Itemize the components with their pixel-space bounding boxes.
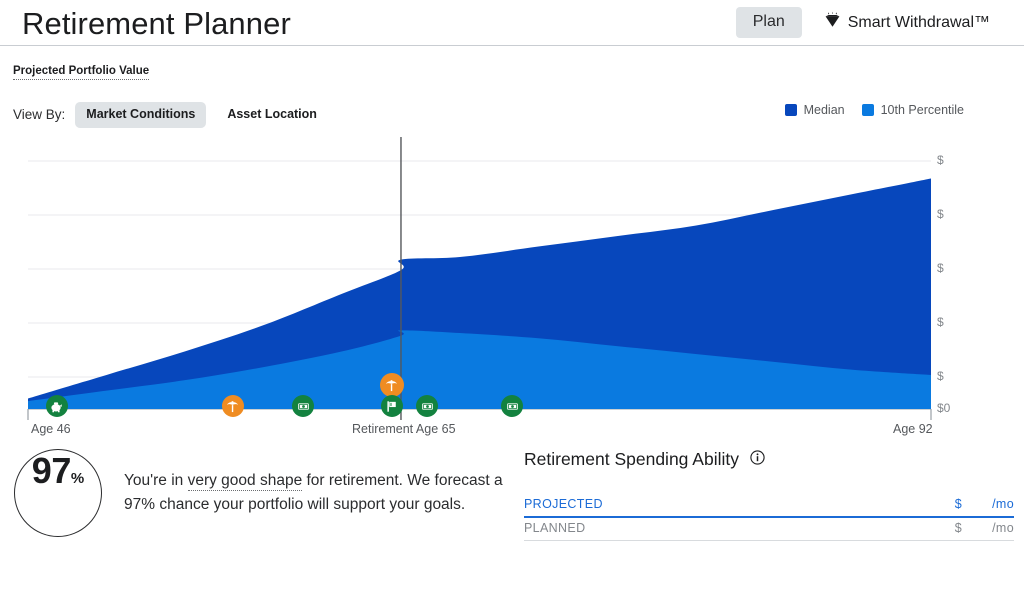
confidence-score-value: 97 (32, 450, 71, 492)
legend-label-median: Median (804, 103, 845, 117)
spending-row-per: /mo (962, 497, 1014, 511)
y-axis-tick-label: $ (937, 261, 944, 275)
spending-row-amount: $ (916, 497, 962, 511)
view-by-asset-location[interactable]: Asset Location (216, 102, 328, 128)
legend-swatch-10th-percentile (862, 104, 874, 116)
cash-milestone-3[interactable] (501, 395, 523, 417)
money-icon (421, 400, 434, 413)
spending-row-label: PROJECTED (524, 497, 916, 511)
legend-label-10th-percentile: 10th Percentile (881, 103, 964, 117)
confidence-score-text: You're in very good shape for retirement… (124, 469, 504, 516)
money-icon (297, 400, 310, 413)
vacation-milestone[interactable] (222, 395, 244, 417)
view-by-market-conditions[interactable]: Market Conditions (75, 102, 206, 128)
projected-portfolio-value-label[interactable]: Projected Portfolio Value (13, 65, 149, 80)
tab-plan[interactable]: Plan (736, 7, 802, 38)
cash-milestone-2[interactable] (416, 395, 438, 417)
legend-item-10th-percentile[interactable]: 10th Percentile (862, 103, 964, 117)
spending-row-planned[interactable]: PLANNED $ /mo (524, 518, 1014, 541)
page-title: Retirement Planner (22, 8, 291, 39)
piggy-bank-icon (50, 400, 63, 413)
savings-milestone[interactable] (46, 395, 68, 417)
app-header: Retirement Planner Plan Smart Withdrawal… (0, 0, 1024, 46)
y-axis-tick-label: $ (937, 207, 944, 221)
section-label-wrap: Projected Portfolio Value (0, 46, 1024, 80)
chart-controls: View By: Market Conditions Asset Locatio… (0, 97, 1024, 125)
y-axis-tick-label: $0 (937, 401, 950, 415)
flag-icon (385, 400, 398, 413)
view-by-label: View By: (13, 107, 65, 122)
gem-sparkle-icon (824, 11, 841, 34)
spending-row-projected[interactable]: PROJECTED $ /mo (524, 494, 1014, 518)
bottom-summary: 97 % You're in very good shape for retir… (0, 443, 1024, 563)
score-text-emphasis[interactable]: very good shape (188, 472, 303, 491)
spending-row-label: PLANNED (524, 521, 916, 535)
smart-withdrawal-label: Smart Withdrawal™ (848, 14, 990, 32)
chart-canvas (0, 137, 1024, 437)
x-axis-label-start: Age 46 (31, 422, 71, 436)
view-by-group: View By: Market Conditions Asset Locatio… (13, 102, 328, 128)
confidence-score-block: 97 % You're in very good shape for retir… (14, 449, 504, 537)
score-text-before: You're in (124, 472, 188, 489)
smart-withdrawal-link[interactable]: Smart Withdrawal™ (824, 11, 1002, 34)
spending-title-row: Retirement Spending Ability (524, 449, 1014, 470)
spending-title: Retirement Spending Ability (524, 449, 739, 470)
retirement-vacation[interactable] (380, 373, 404, 397)
retirement-goal[interactable] (381, 395, 403, 417)
legend-swatch-median (785, 104, 797, 116)
spending-row-amount: $ (916, 521, 962, 535)
y-axis-tick-label: $ (937, 369, 944, 383)
header-actions: Plan Smart Withdrawal™ (736, 7, 1002, 38)
x-axis-label-retirement: Retirement Age 65 (352, 422, 456, 436)
chart-legend: Median 10th Percentile (785, 103, 964, 117)
info-icon[interactable] (750, 450, 765, 470)
projected-portfolio-chart[interactable]: $ $ $ $ $ $0 Age 46 Retirement Age 65 Age 92 (0, 137, 1024, 437)
palm-tree-icon (226, 400, 239, 413)
legend-item-median[interactable]: Median (785, 103, 845, 117)
spending-table: PROJECTED $ /mo PLANNED $ /mo (524, 494, 1014, 541)
spending-row-per: /mo (962, 521, 1014, 535)
palm-tree-icon (385, 379, 398, 392)
money-icon (506, 400, 519, 413)
x-axis-label-end: Age 92 (893, 422, 933, 436)
retirement-spending-ability-block: Retirement Spending Ability PROJECTED $ … (524, 449, 1014, 541)
y-axis-tick-label: $ (937, 153, 944, 167)
confidence-score-circle: 97 % (14, 449, 102, 537)
confidence-score-percent: % (71, 470, 84, 487)
y-axis-tick-label: $ (937, 315, 944, 329)
